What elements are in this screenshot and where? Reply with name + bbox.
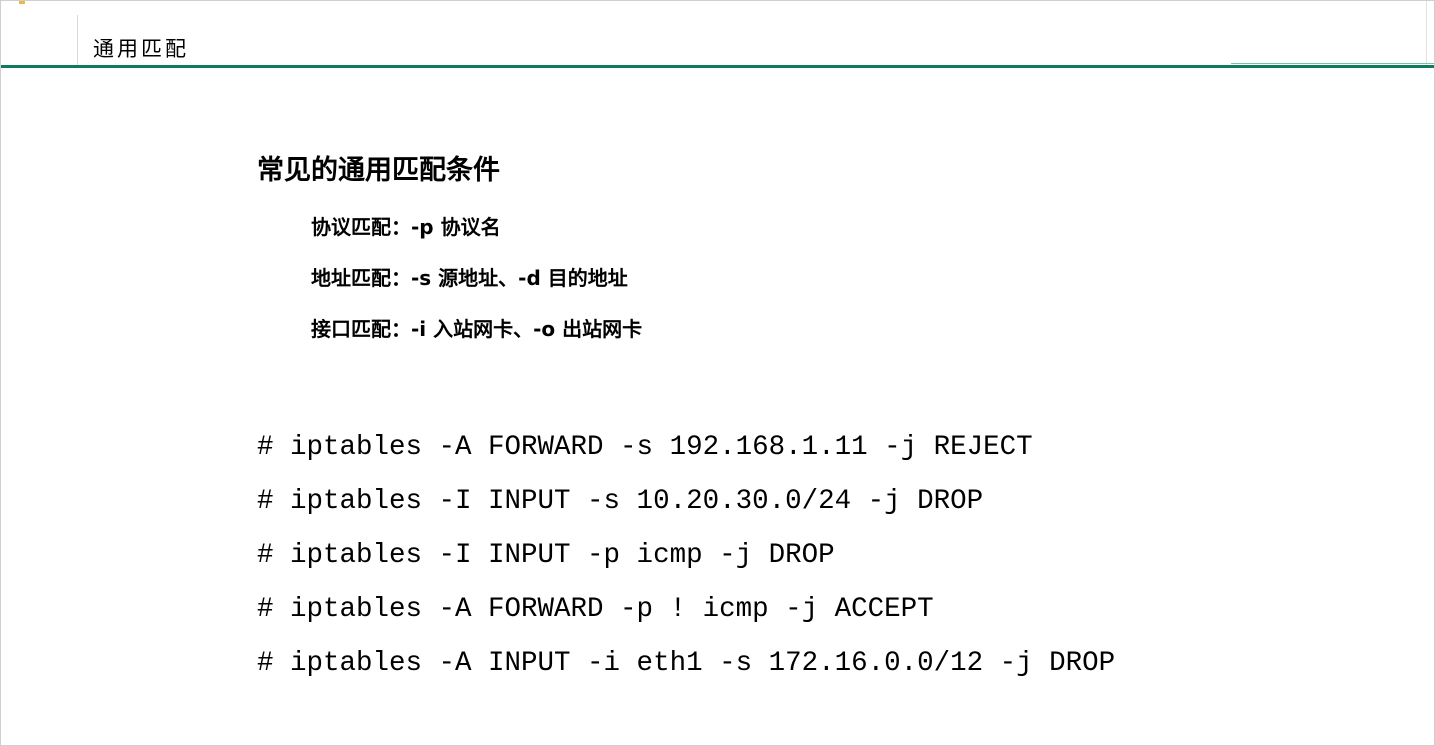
corner-mark <box>19 1 25 4</box>
header-rule <box>1 65 1434 68</box>
command-line: # iptables -A FORWARD -s 192.168.1.11 -j… <box>257 432 1033 463</box>
command-line: # iptables -I INPUT -p icmp -j DROP <box>257 540 835 571</box>
command-list: # iptables -A FORWARD -s 192.168.1.11 -j… <box>257 429 1115 699</box>
command-line: # iptables -A FORWARD -p ! icmp -j ACCEP… <box>257 594 934 625</box>
condition-interface: 接口匹配：-i 入站网卡、-o 出站网卡 <box>311 317 643 341</box>
slide-title: 通用匹配 <box>93 37 189 61</box>
condition-list: 协议匹配：-p 协议名 地址匹配：-s 源地址、-d 目的地址 接口匹配：-i … <box>311 211 642 364</box>
header-rule-highlight <box>1231 63 1434 64</box>
slide: 通用匹配 常见的通用匹配条件 协议匹配：-p 协议名 地址匹配：-s 源地址、-… <box>0 0 1435 746</box>
condition-protocol: 协议匹配：-p 协议名 <box>311 215 501 239</box>
side-divider <box>1426 1 1427 65</box>
condition-address: 地址匹配：-s 源地址、-d 目的地址 <box>311 266 628 290</box>
header-divider <box>77 15 78 67</box>
command-line: # iptables -I INPUT -s 10.20.30.0/24 -j … <box>257 486 984 517</box>
command-line: # iptables -A INPUT -i eth1 -s 172.16.0.… <box>257 648 1116 679</box>
content-heading: 常见的通用匹配条件 <box>257 155 500 186</box>
